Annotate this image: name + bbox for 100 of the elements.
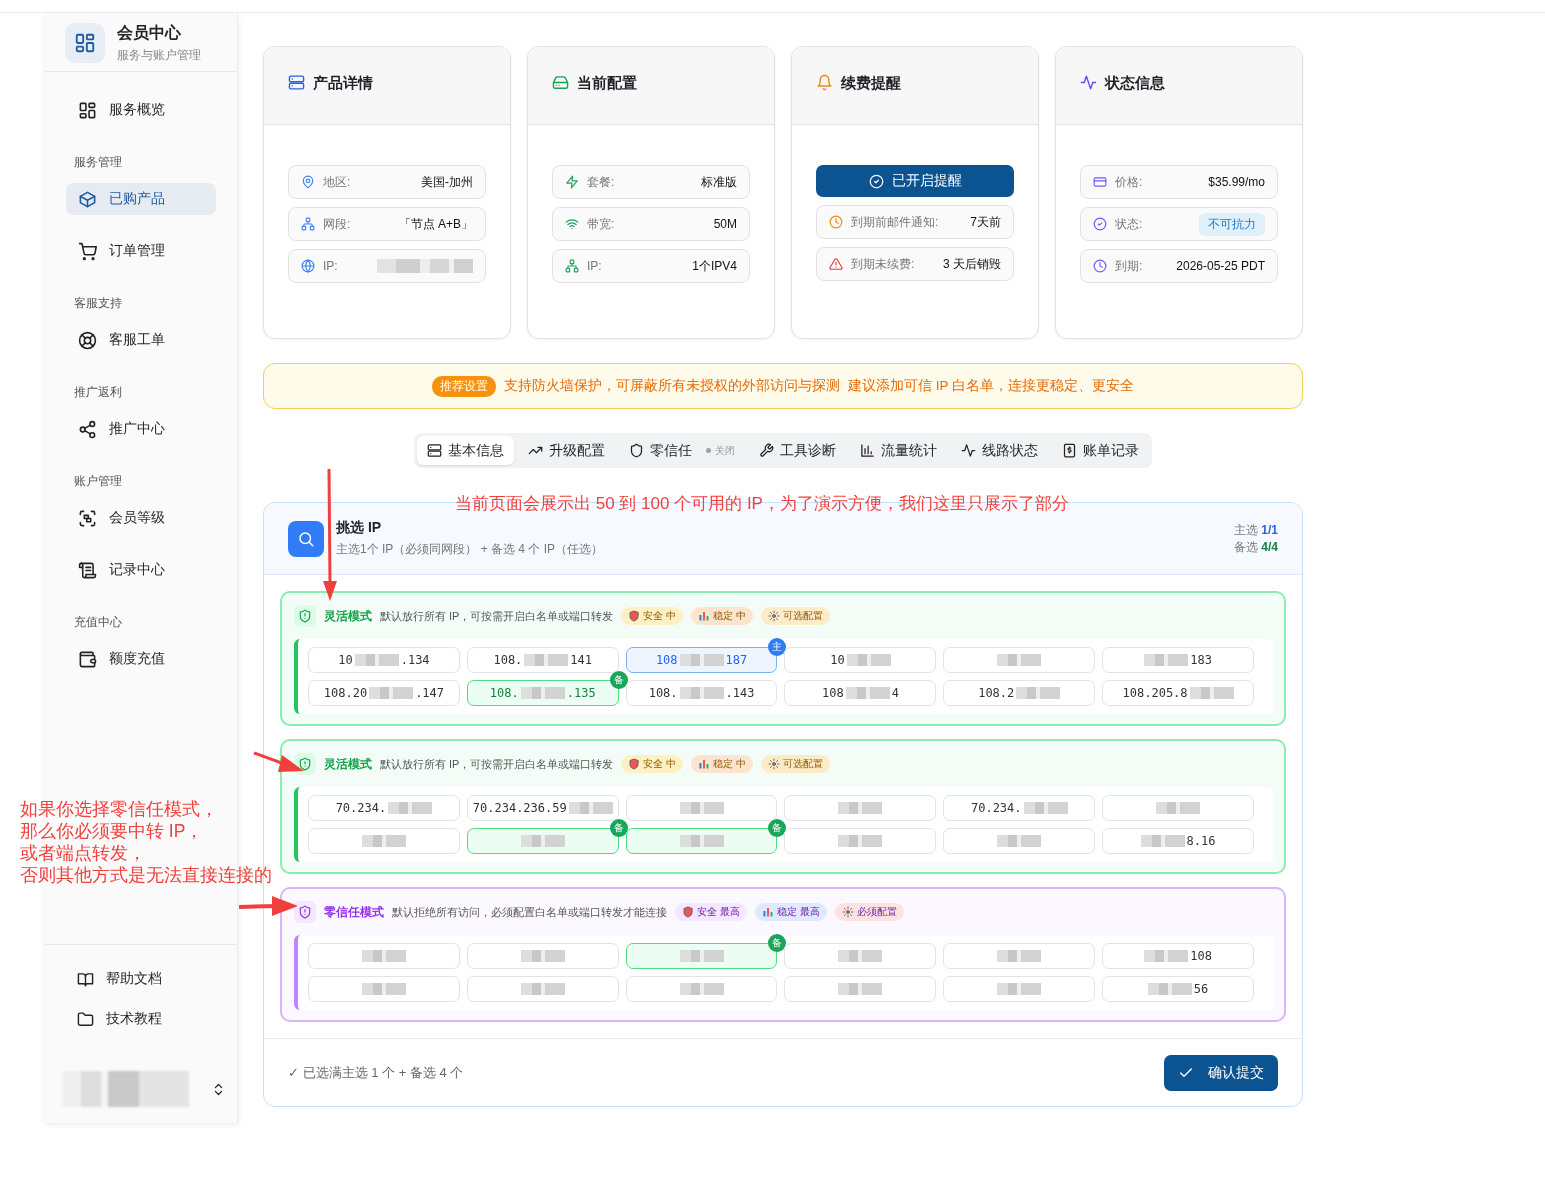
ip-option[interactable]: 10 .134 <box>308 647 460 673</box>
redaction-mark <box>679 983 724 995</box>
ip-option[interactable]: 108.2 <box>943 680 1096 706</box>
ip-option[interactable] <box>943 943 1096 969</box>
ip-option[interactable]: 56 <box>1102 976 1254 1002</box>
ip-option[interactable] <box>1102 795 1254 821</box>
gear-icon <box>768 610 780 622</box>
shield-icon <box>628 610 641 622</box>
role-badge: 备 <box>768 934 787 952</box>
ip-option[interactable]: 108. .143 <box>625 680 778 706</box>
sidebar-item[interactable]: 订单管理 <box>66 235 216 267</box>
redaction-mark <box>1156 802 1201 814</box>
field-value: 「节点 A+B」 <box>398 215 473 233</box>
ip-option[interactable] <box>784 828 937 854</box>
server-icon <box>288 74 305 91</box>
field-value: $35.99/mo <box>1208 175 1265 189</box>
ip-option[interactable] <box>943 828 1096 854</box>
ip-option[interactable] <box>943 976 1096 1002</box>
mode-tag: 可选配置 <box>761 755 830 773</box>
mode-tag: 安全 中 <box>621 607 684 625</box>
sidebar-item[interactable]: 已购产品 <box>66 183 216 215</box>
ip-option[interactable] <box>625 976 778 1002</box>
ip-option[interactable] <box>308 828 460 854</box>
ip-option[interactable] <box>943 647 1096 673</box>
grid-icon <box>78 100 97 120</box>
tab[interactable]: 升级配置 <box>518 436 615 465</box>
ip-text: 108.205.8 <box>1122 686 1188 700</box>
wifi-icon <box>565 217 579 231</box>
tab[interactable]: 零信任 关闭 <box>619 436 745 465</box>
panel-title: 挑选 IP <box>336 519 383 537</box>
tab[interactable]: 流量统计 <box>850 436 947 465</box>
ip-option[interactable]: 70.234. <box>943 795 1096 821</box>
sidebar-link[interactable]: 帮助文档 <box>77 969 237 989</box>
pulse-icon <box>961 443 976 458</box>
ip-option[interactable] <box>784 976 937 1002</box>
field-value: 美国-加州 <box>421 173 473 191</box>
sidebar-item[interactable]: 额度充值 <box>66 643 216 675</box>
card-title: 状态信息 <box>1105 74 1165 93</box>
sidebar-item[interactable]: 推广中心 <box>66 413 216 445</box>
redaction-mark <box>568 802 613 814</box>
ip-text: 108 <box>655 653 678 667</box>
ip-option[interactable] <box>784 943 937 969</box>
server-icon <box>427 443 442 458</box>
ip-option[interactable] <box>625 795 778 821</box>
sidebar-item[interactable]: 服务概览 <box>66 94 216 126</box>
lifebuoy-icon <box>78 330 97 350</box>
submit-button[interactable]: 确认提交 <box>1164 1054 1278 1091</box>
drive-icon <box>552 74 569 91</box>
scroll-icon <box>78 560 97 580</box>
status-label: 关闭 <box>706 443 735 458</box>
ip-text: 108. <box>489 686 519 700</box>
section-heading: 客服支持 <box>73 295 123 312</box>
sidebar-item[interactable]: 客服工单 <box>66 324 216 356</box>
annotation-text: 当前页面会展示出 50 到 100 个可用的 IP，为了演示方便，我们这里只展示了部分 <box>455 493 1069 515</box>
ip-option[interactable]: 70.234.236.59 <box>466 795 619 821</box>
field-label: 地区: <box>323 173 352 191</box>
sidebar-link[interactable]: 技术教程 <box>77 1009 237 1029</box>
ip-option[interactable] <box>308 976 460 1002</box>
location-pin-icon <box>301 175 315 189</box>
redaction-mark <box>838 802 883 814</box>
ip-option[interactable]: 108.205.8 <box>1102 680 1254 706</box>
ip-text: 10 <box>338 653 353 667</box>
ip-option[interactable]: 108.20 .147 <box>308 680 460 706</box>
ip-option[interactable] <box>466 943 619 969</box>
sidebar-item[interactable]: 会员等级 <box>66 502 216 534</box>
ip-option[interactable]: 183 <box>1102 647 1254 673</box>
ip-option[interactable]: 108 4 <box>784 680 937 706</box>
redaction-mark <box>1189 687 1234 699</box>
redaction-mark <box>997 654 1042 666</box>
field-label: 带宽: <box>587 215 616 233</box>
tab[interactable]: 基本信息 <box>417 436 514 465</box>
mode-tag: 必须配置 <box>834 903 904 921</box>
ip-option[interactable] <box>466 976 619 1002</box>
ip-option[interactable]: 8.16 <box>1102 828 1254 854</box>
redaction-mark <box>388 802 433 814</box>
ip-option[interactable]: 70.234. <box>308 795 460 821</box>
notice-suggestion: 建议添加可信 IP 白名单，连接更稳定、更安全 <box>848 377 1134 395</box>
ip-option[interactable]: 10 <box>784 647 937 673</box>
redaction-mark <box>520 950 565 962</box>
bar-chart-icon <box>761 906 774 918</box>
redaction-mark <box>679 802 724 814</box>
reminder-button[interactable]: 已开启提醒 <box>816 165 1014 197</box>
tab[interactable]: 账单记录 <box>1052 436 1149 465</box>
app-subtitle: 服务与账户管理 <box>117 46 201 64</box>
annotation-text: 否则其他方式是无法直接连接的 <box>20 864 272 886</box>
ip-option[interactable] <box>784 795 937 821</box>
ip-option[interactable]: 108 <box>1102 943 1254 969</box>
annotation-arrow <box>253 751 304 772</box>
section-heading: 服务管理 <box>73 154 123 171</box>
tab[interactable]: 工具诊断 <box>749 436 846 465</box>
selection-status: ✓ 已选满主选 1 个 + 备选 4 个 <box>288 1063 464 1082</box>
bar-chart-icon <box>860 443 875 458</box>
ip-option[interactable] <box>308 943 460 969</box>
sidebar-item[interactable]: 记录中心 <box>66 554 216 586</box>
ip-option[interactable]: 108. 141 <box>466 647 619 673</box>
grid-icon <box>74 32 96 54</box>
pulse-icon <box>1080 74 1097 91</box>
ip-text: 4 <box>891 686 899 700</box>
tab[interactable]: 线路状态 <box>951 436 1048 465</box>
share-icon <box>78 419 97 439</box>
